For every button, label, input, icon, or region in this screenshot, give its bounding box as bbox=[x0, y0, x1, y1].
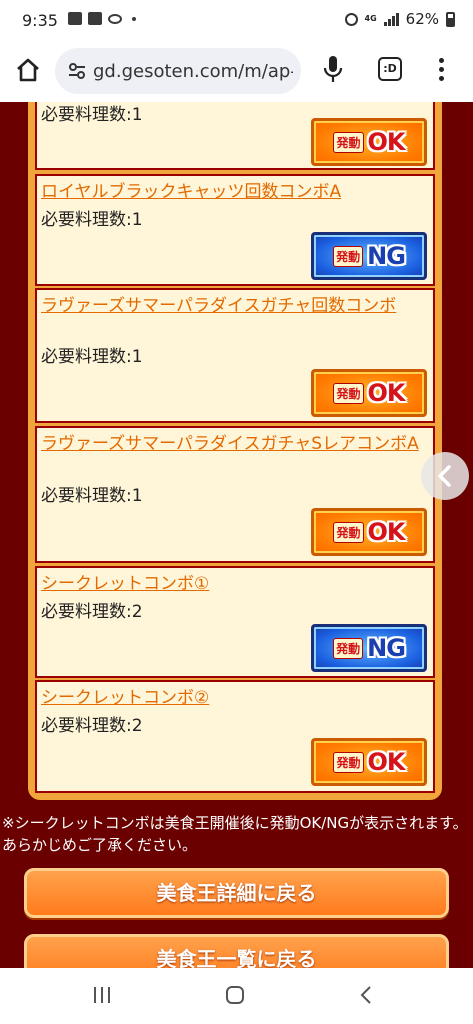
recent-apps-icon[interactable] bbox=[92, 984, 112, 1006]
combo-title-link[interactable]: シークレットコンボ② bbox=[41, 686, 431, 710]
battery-percent: 62% bbox=[405, 10, 439, 28]
badge-prefix: 発動 bbox=[333, 751, 364, 773]
badge-status: OK bbox=[367, 748, 406, 776]
network-type: 4G bbox=[364, 14, 377, 23]
image-icon bbox=[68, 12, 82, 25]
mail-icon bbox=[88, 12, 102, 25]
combo-title-link[interactable]: シークレットコンボ① bbox=[41, 572, 431, 596]
badge-status: OK bbox=[367, 128, 406, 156]
combo-list: 必要料理数:1 発動 OK ロイヤルブラックキャッツ回数コンボA 必要料理数:1… bbox=[28, 102, 442, 800]
badge-prefix: 発動 bbox=[333, 245, 364, 267]
status-bar: 9:35 4G 62% bbox=[0, 0, 473, 42]
combo-item: ラヴァーズサマーパラダイスガチャSレアコンボA 必要料理数:1 発動 OK bbox=[35, 426, 435, 563]
activation-ok-badge: 発動 OK bbox=[311, 738, 427, 786]
browser-toolbar: gd.gesoten.com/m/ap-m :D bbox=[0, 42, 473, 102]
combo-item: ロイヤルブラックキャッツ回数コンボA 必要料理数:1 発動 NG bbox=[35, 174, 435, 286]
combo-title-link[interactable]: ラヴァーズサマーパラダイスガチャSレアコンボA bbox=[41, 432, 431, 456]
tab-switcher-button[interactable]: :D bbox=[378, 57, 402, 81]
back-to-list-button[interactable]: 美食王一覧に戻る bbox=[24, 934, 449, 968]
home-icon[interactable] bbox=[14, 56, 42, 84]
back-to-detail-button[interactable]: 美食王詳細に戻る bbox=[24, 868, 449, 918]
combo-title-link[interactable]: ロイヤルブラックキャッツ回数コンボA bbox=[41, 180, 431, 204]
signal-icon bbox=[383, 12, 399, 26]
required-dishes-count: 必要料理数:1 bbox=[41, 486, 143, 506]
secret-combo-note: ※シークレットコンボは美食王開催後に発動OK/NGが表示されます。あらかじめご了… bbox=[2, 814, 468, 854]
more-menu-icon[interactable] bbox=[439, 58, 445, 82]
required-dishes-count: 必要料理数:1 bbox=[41, 105, 143, 125]
combo-title-link[interactable]: ラヴァーズサマーパラダイスガチャ回数コンボ bbox=[41, 294, 431, 318]
edge-panel-handle[interactable] bbox=[421, 452, 469, 500]
badge-status: NG bbox=[367, 242, 406, 270]
system-navigation-bar bbox=[0, 968, 473, 1024]
url-text[interactable]: gd.gesoten.com/m/ap-m bbox=[93, 61, 293, 82]
required-dishes-count: 必要料理数:2 bbox=[41, 602, 143, 622]
required-dishes-count: 必要料理数:1 bbox=[41, 347, 143, 367]
combo-item: ラヴァーズサマーパラダイスガチャ回数コンボ 必要料理数:1 発動 OK bbox=[35, 288, 435, 423]
battery-icon bbox=[446, 11, 455, 27]
eye-icon bbox=[108, 13, 122, 24]
combo-item: シークレットコンボ② 必要料理数:2 発動 OK bbox=[35, 680, 435, 793]
badge-status: NG bbox=[367, 634, 406, 662]
activation-ng-badge: 発動 NG bbox=[311, 624, 427, 672]
required-dishes-count: 必要料理数:1 bbox=[41, 210, 143, 230]
home-nav-icon[interactable] bbox=[224, 984, 246, 1006]
site-settings-icon[interactable] bbox=[67, 61, 87, 81]
alarm-icon bbox=[344, 12, 358, 26]
combo-item: 必要料理数:1 発動 OK bbox=[35, 102, 435, 170]
badge-status: OK bbox=[367, 379, 406, 407]
system-icons: 4G 62% bbox=[344, 10, 455, 28]
status-time: 9:35 bbox=[22, 11, 58, 30]
page-content: 必要料理数:1 発動 OK ロイヤルブラックキャッツ回数コンボA 必要料理数:1… bbox=[0, 102, 473, 968]
notification-icons bbox=[68, 12, 136, 25]
combo-item: シークレットコンボ① 必要料理数:2 発動 NG bbox=[35, 566, 435, 678]
activation-ng-badge: 発動 NG bbox=[311, 232, 427, 280]
required-dishes-count: 必要料理数:2 bbox=[41, 716, 143, 736]
activation-ok-badge: 発動 OK bbox=[311, 369, 427, 417]
activation-ok-badge: 発動 OK bbox=[311, 118, 427, 166]
address-bar[interactable]: gd.gesoten.com/m/ap-m bbox=[55, 48, 301, 94]
badge-prefix: 発動 bbox=[333, 382, 364, 404]
back-nav-icon[interactable] bbox=[358, 984, 376, 1006]
badge-prefix: 発動 bbox=[333, 131, 364, 153]
badge-status: OK bbox=[367, 518, 406, 546]
badge-prefix: 発動 bbox=[333, 637, 364, 659]
badge-prefix: 発動 bbox=[333, 521, 364, 543]
activation-ok-badge: 発動 OK bbox=[311, 508, 427, 556]
chevron-left-icon bbox=[438, 465, 451, 487]
microphone-icon[interactable] bbox=[322, 54, 344, 84]
more-notifications-dot-icon bbox=[132, 16, 136, 21]
